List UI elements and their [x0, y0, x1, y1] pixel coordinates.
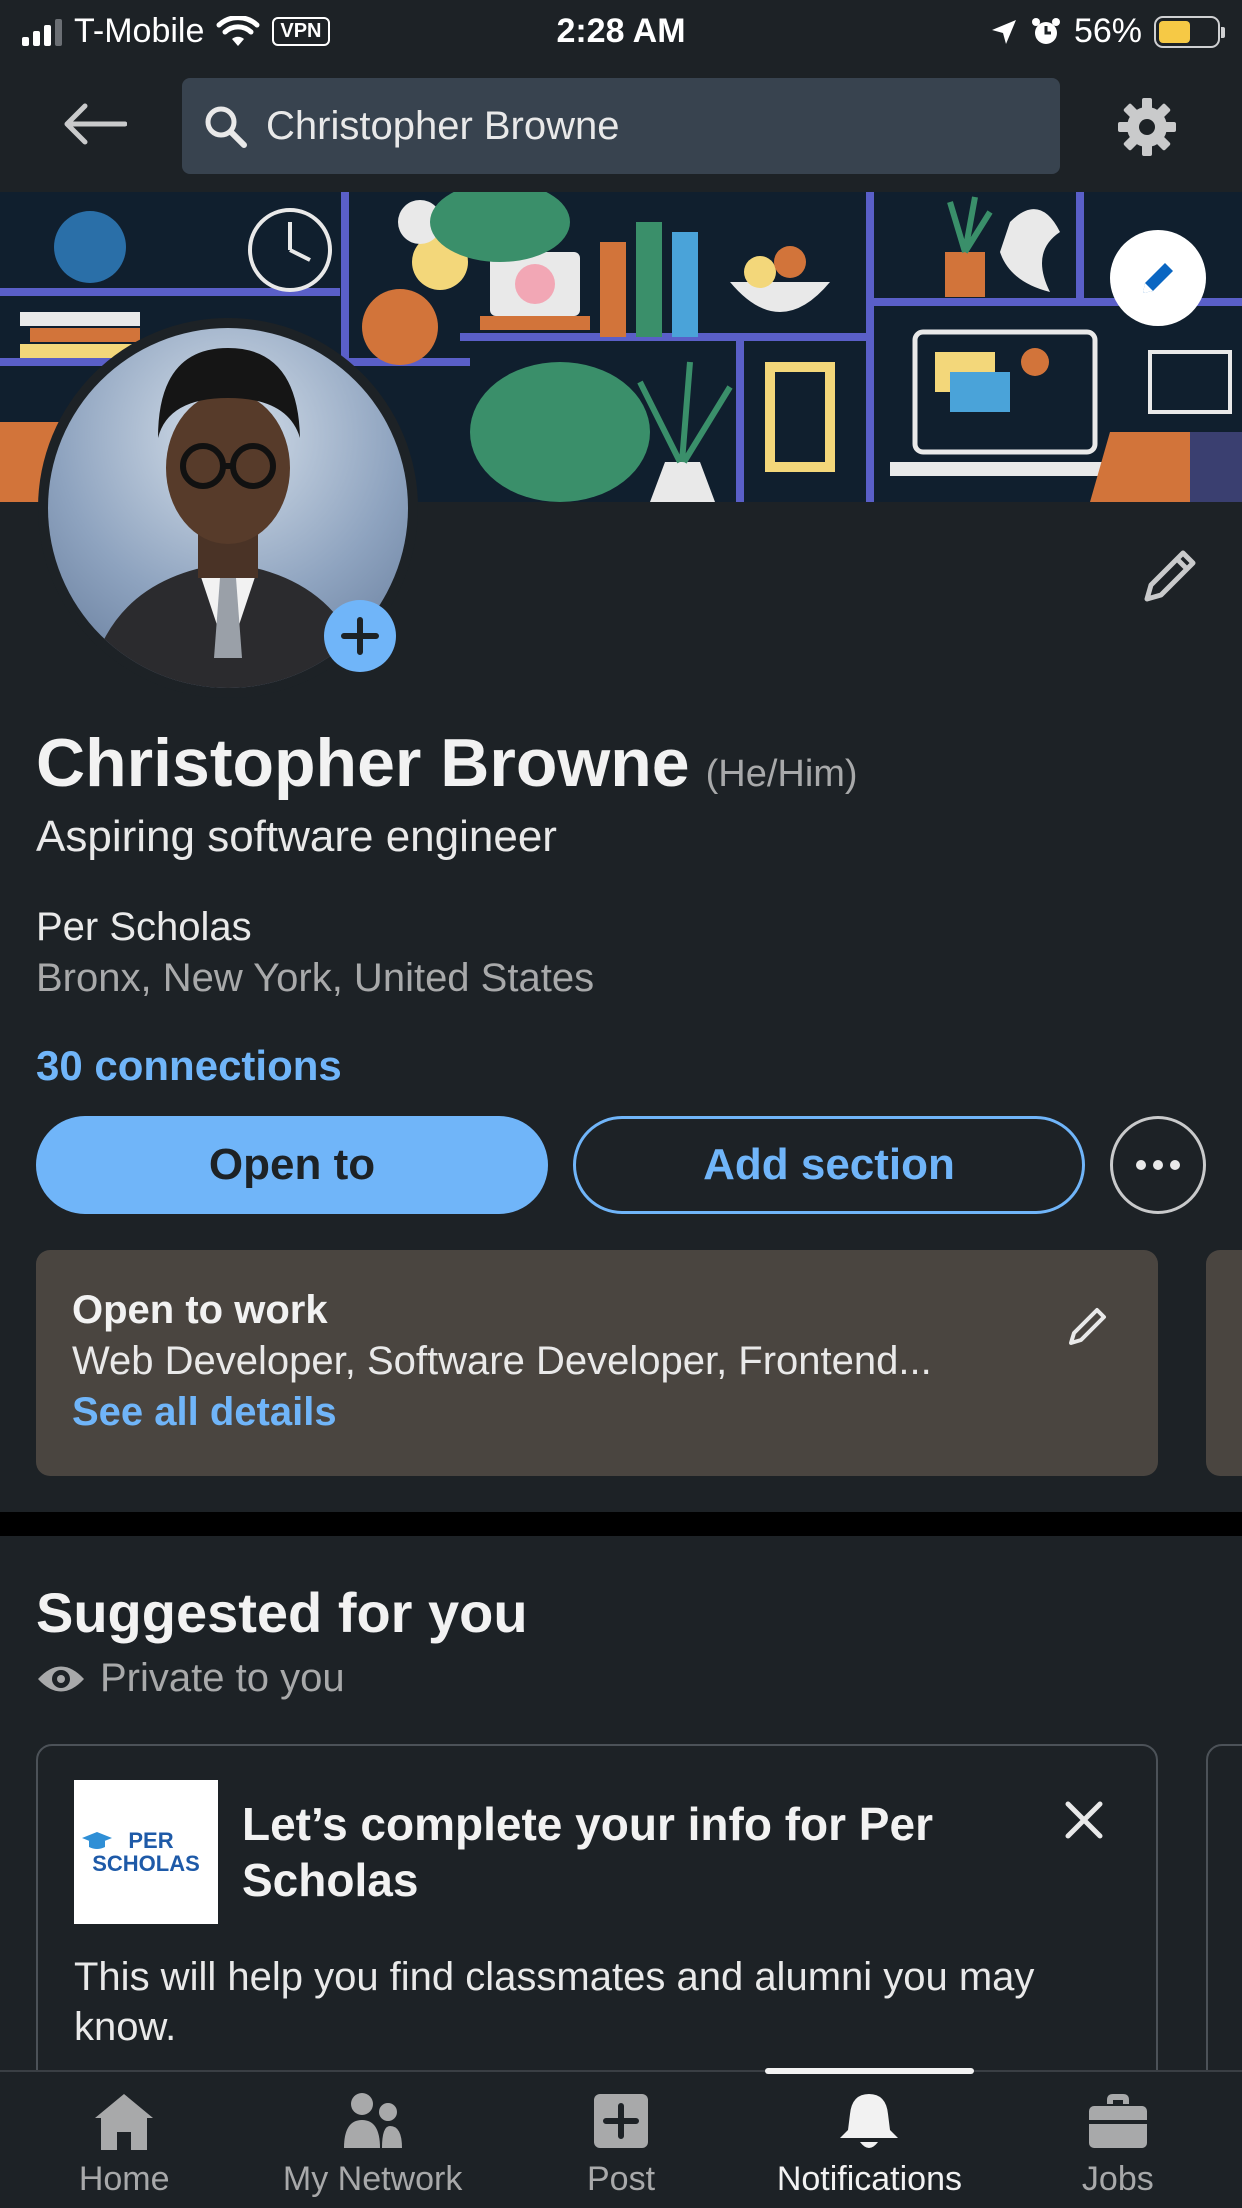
- alarm-icon: [1031, 17, 1060, 44]
- see-all-details-link[interactable]: See all details: [72, 1390, 1122, 1435]
- edit-open-to-work-button[interactable]: [1060, 1298, 1116, 1354]
- nav-notifications[interactable]: Notifications: [745, 2068, 993, 2208]
- edit-profile-button[interactable]: [1134, 540, 1206, 612]
- search-input[interactable]: Christopher Browne: [182, 78, 1060, 174]
- nav-jobs[interactable]: Jobs: [994, 2072, 1242, 2208]
- connections-link[interactable]: 30 connections: [36, 1042, 342, 1090]
- nav-home[interactable]: Home: [0, 2072, 248, 2208]
- open-to-work-card[interactable]: Open to work Web Developer, Software Dev…: [36, 1250, 1158, 1476]
- battery-percent: 56%: [1073, 12, 1142, 50]
- network-icon: [343, 2093, 402, 2148]
- next-card-peek: [1206, 1250, 1242, 1476]
- search-icon: [205, 106, 247, 148]
- briefcase-icon: [1088, 2094, 1147, 2148]
- back-arrow-icon: [64, 103, 127, 145]
- open-to-work-roles: Web Developer, Software Developer, Front…: [72, 1339, 932, 1383]
- edit-banner-button[interactable]: [1110, 230, 1206, 326]
- ellipsis-icon: [1136, 1160, 1180, 1170]
- active-tab-indicator: [765, 2068, 974, 2074]
- suggestion-body: This will help you find classmates and a…: [74, 1955, 1035, 2049]
- profile-location: Bronx, New York, United States: [36, 956, 595, 1000]
- bell-icon: [840, 2094, 899, 2148]
- add-photo-button[interactable]: [324, 600, 396, 672]
- nav-post-label: Post: [586, 2160, 656, 2198]
- gear-icon: [1118, 98, 1176, 156]
- dismiss-suggestion-button[interactable]: [1056, 1792, 1112, 1848]
- profile-name-line: Christopher Browne (He/Him): [36, 724, 858, 802]
- graduation-cap-icon: [82, 1832, 112, 1849]
- suggestion-heading: Let’s complete your info for Per Scholas: [242, 1798, 933, 1907]
- logo-text-line1: PER: [128, 1827, 174, 1853]
- more-button[interactable]: [1110, 1116, 1206, 1214]
- battery-icon: [1154, 15, 1225, 48]
- home-icon: [95, 2094, 154, 2150]
- section-divider: [0, 1512, 1242, 1536]
- location-arrow-icon: [991, 19, 1016, 44]
- nav-jobs-label: Jobs: [1081, 2160, 1154, 2198]
- nav-my-network[interactable]: My Network: [248, 2072, 496, 2208]
- post-icon: [594, 2094, 649, 2148]
- status-right: 56%: [990, 12, 1225, 51]
- nav-notifications-label: Notifications: [776, 2160, 963, 2198]
- close-icon: [1065, 1801, 1103, 1839]
- eye-icon: [38, 1666, 84, 1691]
- profile-name: Christopher Browne: [36, 725, 690, 801]
- logo-text-line2: SCHOLAS: [92, 1851, 200, 1876]
- per-scholas-logo: PER SCHOLAS: [74, 1780, 218, 1924]
- search-query: Christopher Browne: [266, 103, 620, 148]
- profile-pronouns: (He/Him): [705, 753, 858, 795]
- pencil-icon: [1143, 263, 1173, 293]
- open-to-button[interactable]: Open to: [36, 1116, 548, 1214]
- pencil-icon: [1069, 1308, 1106, 1345]
- nav-home-label: Home: [78, 2160, 170, 2198]
- pencil-icon: [1144, 550, 1196, 602]
- nav-my-network-label: My Network: [282, 2160, 463, 2198]
- settings-button[interactable]: [1112, 92, 1182, 162]
- add-section-button[interactable]: Add section: [573, 1116, 1085, 1214]
- open-to-work-title: Open to work: [72, 1288, 328, 1332]
- private-to-you: Private to you: [36, 1656, 345, 1701]
- bottom-nav: Home My Network Post Notifications Jobs: [0, 2068, 1242, 2208]
- suggested-title: Suggested for you: [36, 1581, 528, 1644]
- profile-headline: Aspiring software engineer: [36, 812, 557, 861]
- back-button[interactable]: [52, 88, 136, 160]
- profile-organization[interactable]: Per Scholas: [36, 905, 252, 950]
- nav-post[interactable]: Post: [497, 2072, 745, 2208]
- plus-icon: [341, 617, 379, 655]
- status-bar: T-Mobile VPN 2:28 AM 56%: [0, 0, 1242, 62]
- top-nav: Christopher Browne: [0, 62, 1242, 192]
- privacy-label: Private to you: [100, 1656, 345, 1700]
